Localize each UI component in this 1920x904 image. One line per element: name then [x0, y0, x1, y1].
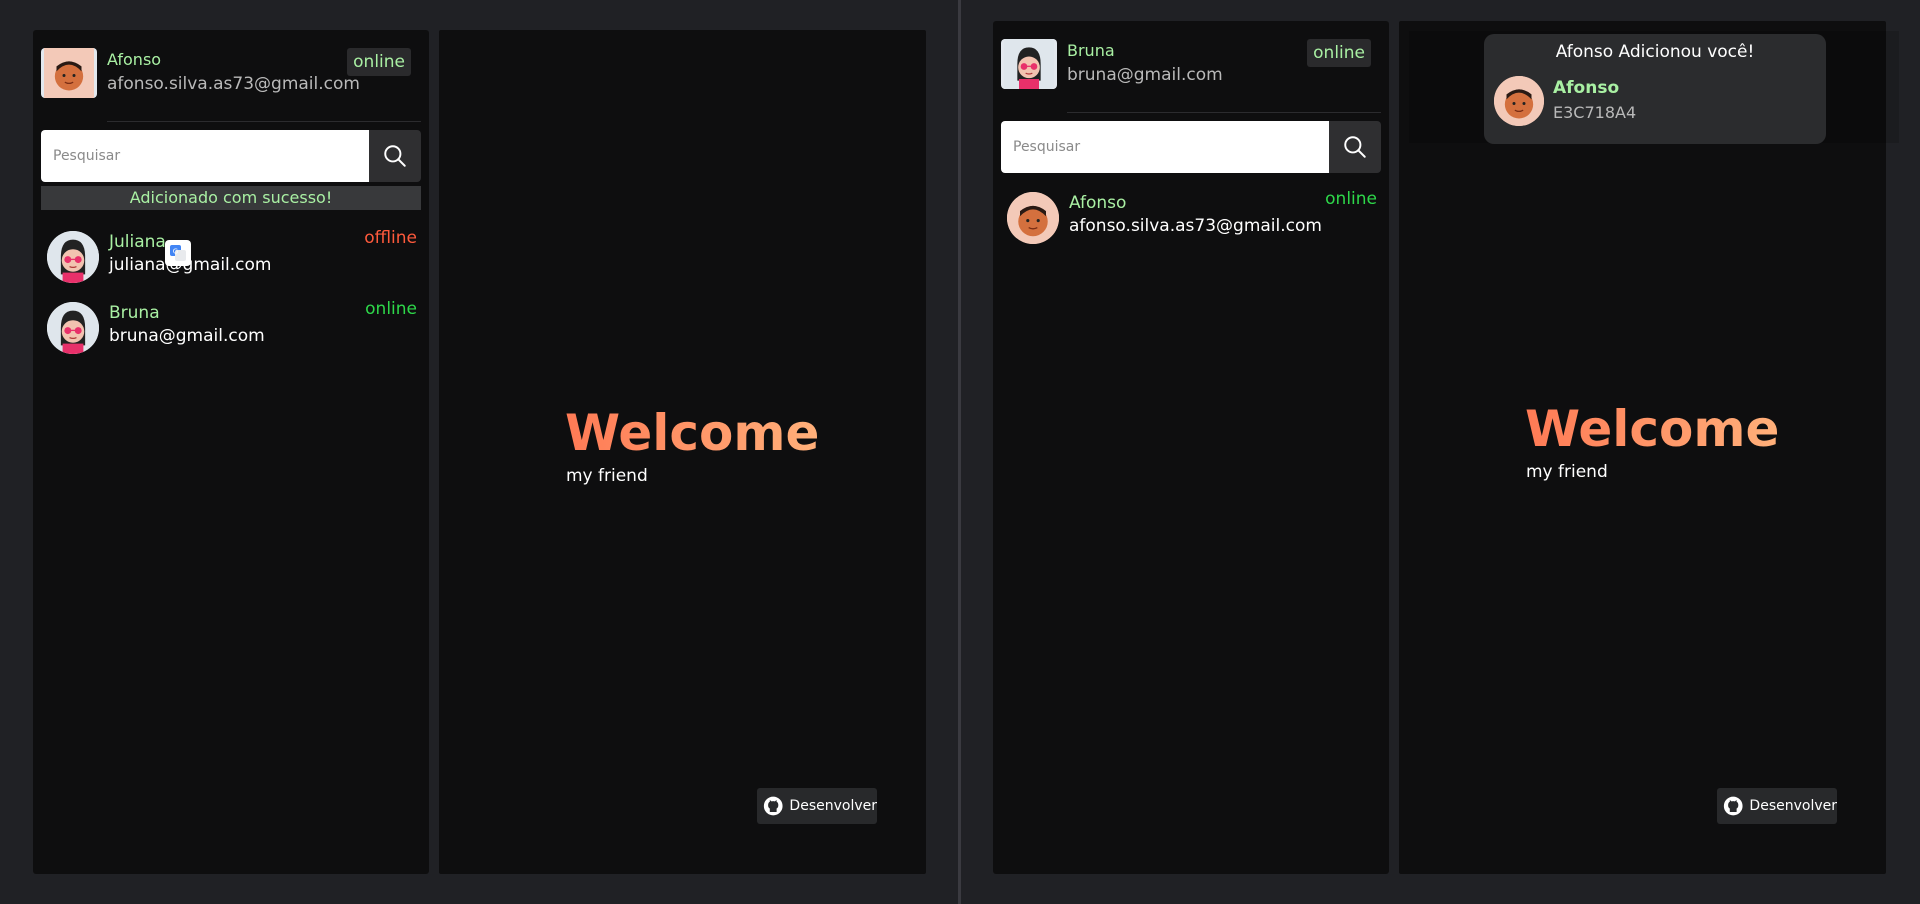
search-bar [1001, 121, 1381, 173]
profile-name: Bruna [1067, 41, 1115, 60]
contact-status: offline [364, 228, 417, 248]
sidebar: Bruna bruna@gmail.com online Afonso afon… [993, 21, 1389, 874]
profile-name: Afonso [107, 50, 162, 69]
contact-item-juliana[interactable]: Juliana juliana@gmail.com offline [47, 228, 417, 284]
contact-name: Afonso [1069, 193, 1127, 213]
divider [1067, 112, 1381, 113]
github-button[interactable]: Desenvolver [757, 788, 877, 824]
contact-item-bruna[interactable]: Bruna bruna@gmail.com online [47, 299, 417, 355]
friend-added-notification[interactable]: Afonso Adicionou você! Afonso E3C718A4 [1484, 34, 1826, 144]
avatar [1001, 39, 1057, 89]
google-translate-icon[interactable]: G [165, 240, 191, 266]
github-icon [1723, 796, 1743, 816]
search-button[interactable] [369, 130, 421, 182]
avatar [47, 302, 99, 354]
right-app-window: Bruna bruna@gmail.com online Afonso afon… [961, 0, 1919, 904]
left-app-window: Afonso afonso.silva.as73@gmail.com onlin… [0, 0, 958, 904]
notification-user-code: E3C718A4 [1553, 103, 1637, 122]
contact-status: online [365, 299, 417, 319]
welcome-title: Welcome [565, 404, 820, 462]
chat-area: Afonso Adicionou você! Afonso E3C718A4 W… [1399, 21, 1899, 874]
divider [107, 121, 421, 122]
avatar [47, 231, 99, 283]
avatar [41, 48, 97, 98]
profile-email: bruna@gmail.com [1067, 65, 1223, 85]
notification-avatar-icon [1494, 76, 1544, 126]
search-input[interactable] [1001, 121, 1329, 173]
github-icon [763, 796, 783, 816]
contact-name: Bruna [109, 303, 160, 323]
github-button[interactable]: Desenvolver [1717, 788, 1837, 824]
search-icon [1344, 136, 1366, 158]
notification-user-name: Afonso [1553, 78, 1620, 98]
welcome-subtitle: my friend [566, 466, 648, 486]
contact-item-afonso[interactable]: Afonso afonso.silva.as73@gmail.com onlin… [1007, 189, 1377, 245]
profile-email: afonso.silva.as73@gmail.com [107, 74, 360, 94]
current-user-profile: Bruna bruna@gmail.com online [1001, 39, 1381, 103]
contact-avatar-icon [1007, 192, 1059, 244]
translate-glyph: G [170, 245, 186, 261]
avatar [1007, 192, 1059, 244]
user-avatar-icon [1003, 39, 1055, 89]
welcome-subtitle: my friend [1526, 462, 1608, 482]
status-badge: online [347, 48, 411, 76]
github-button-label: Desenvolver [789, 798, 877, 814]
notification-title: Afonso Adicionou você! [1555, 42, 1755, 62]
github-button-label: Desenvolver [1749, 798, 1837, 814]
welcome-title: Welcome [1525, 400, 1780, 458]
search-input[interactable] [41, 130, 369, 182]
sidebar: Afonso afonso.silva.as73@gmail.com onlin… [33, 30, 429, 874]
contact-avatar-icon [47, 231, 99, 283]
contact-name: Juliana [109, 232, 166, 252]
status-badge: online [1307, 39, 1371, 67]
chat-area: Welcome my friend Desenvolver [439, 30, 926, 874]
contact-status: online [1325, 189, 1377, 209]
avatar [1494, 76, 1544, 126]
success-message: Adicionado com sucesso! [41, 186, 421, 210]
contact-avatar-icon [47, 302, 99, 354]
contact-email: afonso.silva.as73@gmail.com [1069, 216, 1322, 236]
svg-text:G: G [173, 248, 178, 256]
contact-email: bruna@gmail.com [109, 326, 265, 346]
search-icon [384, 145, 406, 167]
search-bar [41, 130, 421, 182]
current-user-profile: Afonso afonso.silva.as73@gmail.com onlin… [41, 48, 421, 112]
user-avatar-icon [43, 48, 95, 98]
search-button[interactable] [1329, 121, 1381, 173]
